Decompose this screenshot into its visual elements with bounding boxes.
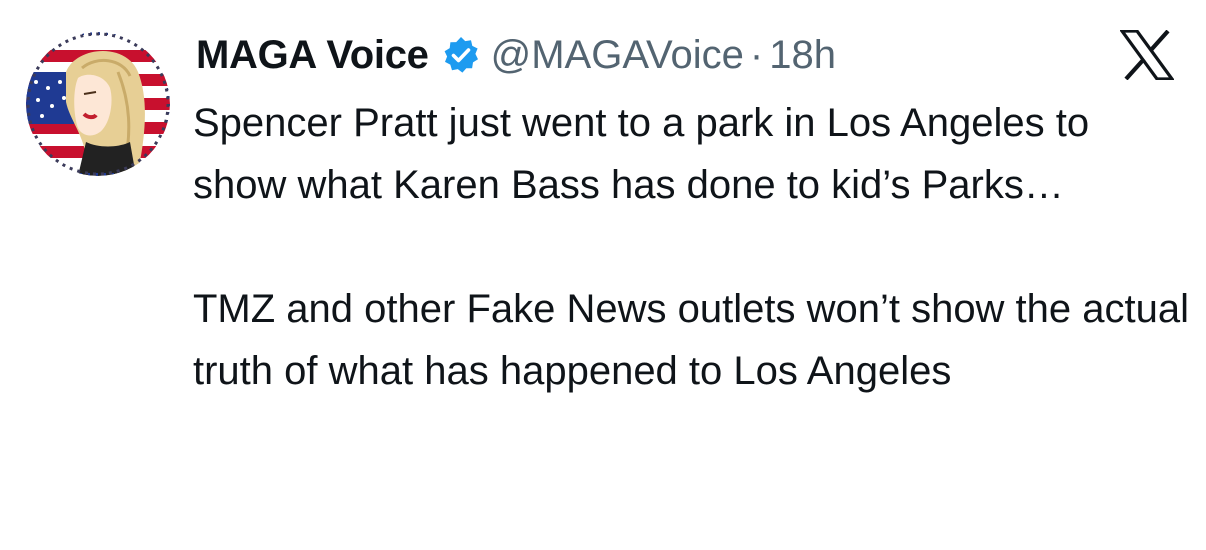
tweet-timestamp[interactable]: 18h: [769, 33, 836, 78]
verified-badge-icon: [441, 35, 481, 75]
avatar-image: [26, 32, 170, 176]
header-separator: ·: [749, 32, 764, 77]
tweet-paragraph-1: Spencer Pratt just went to a park in Los…: [193, 101, 1090, 207]
tweet-header: MAGA Voice @MAGAVoice · 18h: [196, 28, 836, 82]
tweet-card: MAGA Voice @MAGAVoice · 18h Spencer Prat…: [0, 0, 1206, 550]
tweet-paragraph-2: TMZ and other Fake News outlets won’t sh…: [193, 287, 1190, 393]
tweet-text: Spencer Pratt just went to a park in Los…: [193, 92, 1193, 402]
profile-avatar[interactable]: [26, 32, 170, 176]
author-handle[interactable]: @MAGAVoice: [491, 33, 744, 78]
x-logo-icon[interactable]: [1118, 29, 1176, 81]
author-display-name[interactable]: MAGA Voice: [196, 33, 429, 78]
